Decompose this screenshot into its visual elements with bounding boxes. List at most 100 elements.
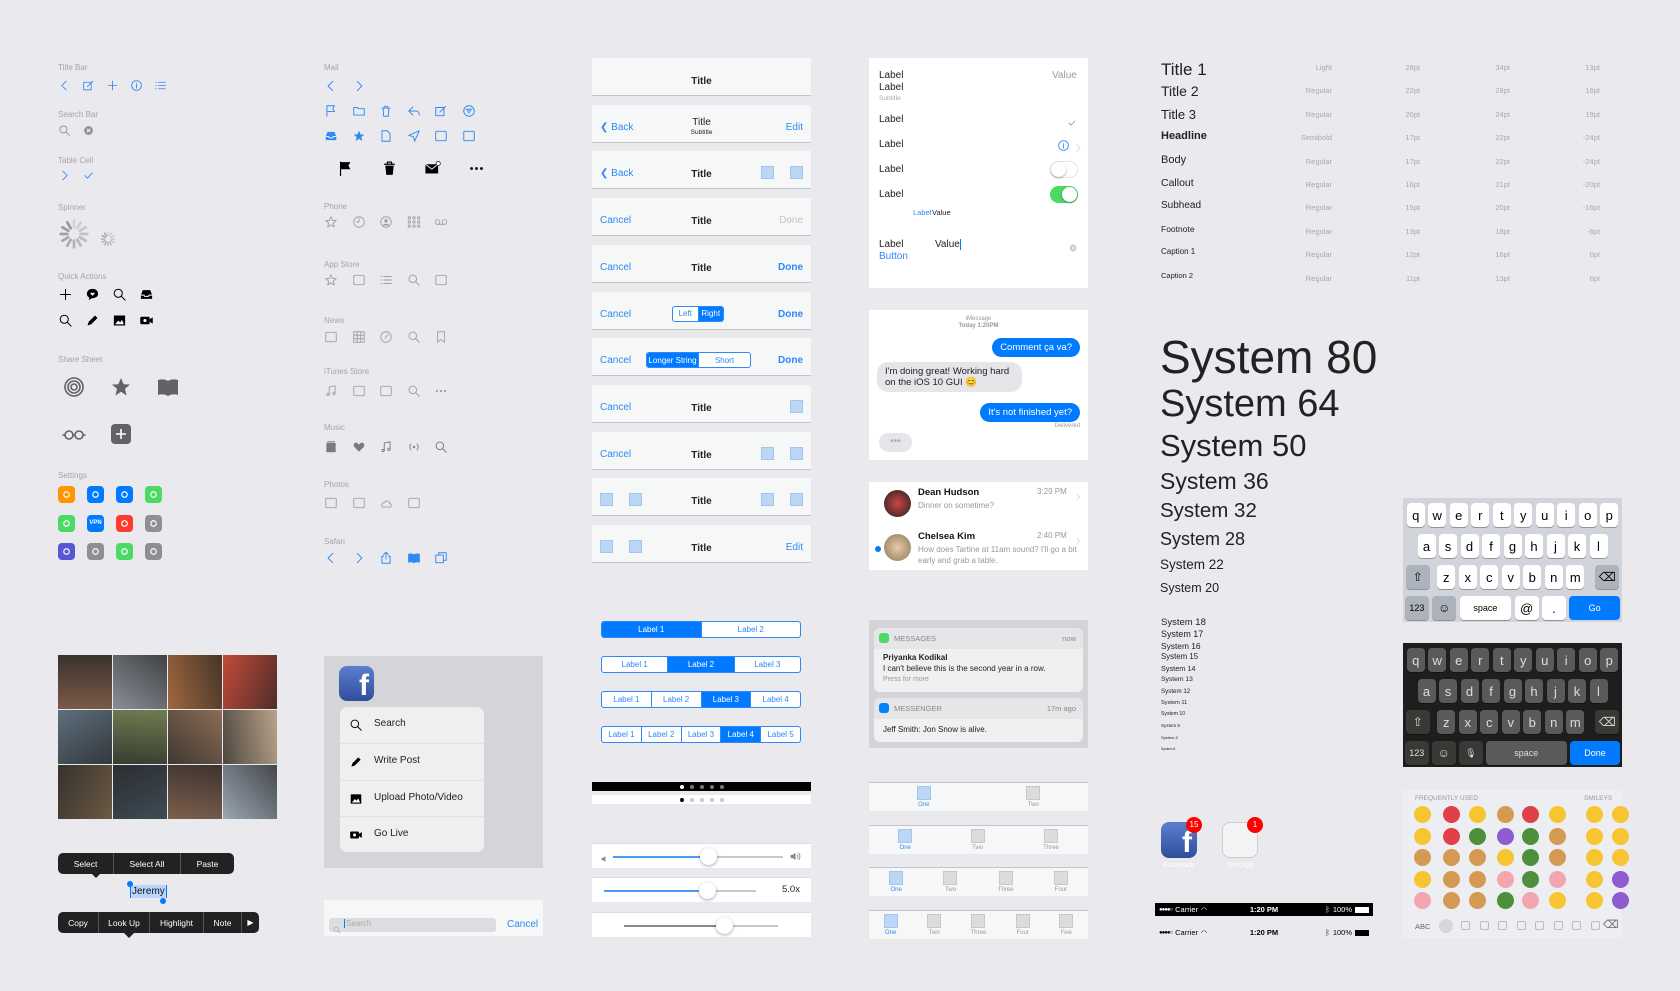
- space-key[interactable]: space: [1486, 741, 1567, 765]
- page-dot[interactable]: [689, 797, 694, 802]
- bar-button-placeholder[interactable]: [761, 166, 774, 180]
- music-note-icon[interactable]: [379, 440, 393, 454]
- share-icon[interactable]: [379, 551, 393, 565]
- table-row[interactable]: Label: [869, 110, 1088, 132]
- albums-icon[interactable]: [324, 496, 338, 510]
- plus-icon[interactable]: [58, 287, 73, 302]
- tab-two[interactable]: Two: [970, 826, 985, 854]
- emoji-ambulance[interactable]: [1522, 806, 1539, 823]
- cancel-button[interactable]: Cancel: [600, 355, 631, 366]
- bar-button-placeholder[interactable]: [790, 399, 803, 413]
- key-c[interactable]: c: [1480, 565, 1499, 589]
- emoji-pig-nose[interactable]: [1549, 870, 1566, 888]
- menu-item-look-up[interactable]: Look Up: [98, 912, 149, 933]
- emoji-laughing[interactable]: [1612, 827, 1629, 845]
- photo-thumbnail[interactable]: [168, 655, 222, 709]
- shift-key[interactable]: ⇧: [1405, 710, 1430, 734]
- key-v[interactable]: v: [1501, 710, 1520, 734]
- conversation-row[interactable]: Dean Hudson 3:29 PM Dinner on sometime?: [869, 482, 1088, 526]
- tab-three[interactable]: Three: [998, 868, 1014, 896]
- page-dot[interactable]: [699, 797, 704, 802]
- edit-button[interactable]: Edit: [786, 542, 803, 553]
- inbox-icon[interactable]: [139, 287, 154, 302]
- archive-x-icon[interactable]: [434, 129, 448, 143]
- notification-card[interactable]: MESSAGES now Priyanka Kodikal I can't belie…: [874, 628, 1083, 692]
- emoji-imp[interactable]: [1612, 870, 1629, 888]
- key-a[interactable]: a: [1417, 679, 1436, 703]
- emoji-key[interactable]: ☺: [1432, 596, 1457, 620]
- key-a[interactable]: a: [1417, 534, 1436, 558]
- emoji-joy[interactable]: [1586, 849, 1603, 866]
- key-u[interactable]: u: [1535, 648, 1554, 672]
- selection-handle[interactable]: [127, 881, 133, 887]
- emoji-halo[interactable]: [1612, 849, 1629, 866]
- heart-icon[interactable]: [352, 440, 366, 454]
- segment-label-5[interactable]: Label 5: [760, 727, 800, 742]
- emoji-smiley[interactable]: [1586, 870, 1603, 888]
- bluetooth-icon[interactable]: [116, 486, 133, 503]
- filter-icon[interactable]: [462, 104, 476, 118]
- emoji-category-icon[interactable]: [1535, 921, 1544, 930]
- segment-label-3[interactable]: Label 3: [680, 727, 721, 742]
- emoji-pine-tree[interactable]: [1522, 849, 1539, 866]
- menu-item-highlight[interactable]: Highlight: [149, 912, 203, 933]
- key-q[interactable]: q: [1406, 648, 1425, 672]
- key-f[interactable]: f: [1482, 534, 1500, 558]
- voicemail-icon[interactable]: [434, 215, 448, 229]
- photo-thumbnail[interactable]: [113, 655, 167, 709]
- period-key[interactable]: .: [1542, 596, 1566, 620]
- emoji-astonished[interactable]: [1549, 892, 1566, 909]
- memories-icon[interactable]: [352, 496, 366, 510]
- notifications-icon[interactable]: [116, 514, 133, 532]
- key-s[interactable]: s: [1439, 534, 1457, 558]
- selection-handle[interactable]: [160, 898, 166, 904]
- emoji-persevere[interactable]: [1414, 870, 1431, 888]
- key-t[interactable]: t: [1492, 648, 1511, 672]
- quick-action-item[interactable]: Write Post: [340, 743, 484, 779]
- airplane-icon[interactable]: [58, 486, 75, 503]
- page-dot[interactable]: [679, 784, 684, 789]
- key-j[interactable]: j: [1546, 679, 1565, 703]
- table-row[interactable]: Label: [869, 135, 1088, 157]
- search-icon[interactable]: [407, 273, 421, 287]
- emoji-smile-big[interactable]: [1586, 892, 1603, 909]
- tab-four[interactable]: Four: [1015, 911, 1030, 939]
- mail-unread-icon[interactable]: [424, 160, 441, 177]
- chevron-left-icon[interactable]: [324, 551, 338, 565]
- emoji-flag-france[interactable]: [1443, 806, 1460, 823]
- toggle-switch[interactable]: [1050, 161, 1078, 178]
- notification-card[interactable]: MESSENGER 17m ago Jeff Smith: Jon Snow is …: [874, 698, 1083, 742]
- emoji-drumstick[interactable]: [1549, 827, 1566, 845]
- book-icon[interactable]: [407, 551, 421, 565]
- emoji-money[interactable]: [1469, 849, 1486, 866]
- text-field-value[interactable]: Value: [935, 239, 961, 250]
- clear-icon[interactable]: [82, 124, 95, 137]
- segment-left[interactable]: Left: [673, 307, 698, 321]
- segment-label-3[interactable]: Label 3: [700, 692, 751, 707]
- key-y[interactable]: y: [1514, 648, 1533, 672]
- page-control[interactable]: [592, 795, 811, 804]
- page-dot[interactable]: [689, 784, 694, 789]
- quick-action-item[interactable]: Go Live: [340, 815, 484, 852]
- numbers-key[interactable]: 123: [1405, 596, 1429, 620]
- emoji-category-icon[interactable]: [1479, 921, 1489, 930]
- bar-button-placeholder[interactable]: [761, 493, 774, 507]
- key-d[interactable]: d: [1460, 534, 1479, 558]
- toggle-switch[interactable]: [1050, 186, 1078, 203]
- emoji-category-icon[interactable]: [1498, 921, 1507, 930]
- search-icon[interactable]: [434, 440, 448, 454]
- photo-thumbnail[interactable]: [168, 765, 222, 819]
- cellular-icon[interactable]: [145, 486, 162, 503]
- emoji-fork-knife[interactable]: [1497, 806, 1514, 823]
- segment-label-1[interactable]: Label 1: [602, 692, 651, 707]
- segment-label-3[interactable]: Label 3: [733, 657, 800, 672]
- chevron-right-icon[interactable]: [352, 551, 366, 565]
- info-icon[interactable]: [1057, 139, 1070, 152]
- key-y[interactable]: y: [1514, 503, 1533, 527]
- tab-two[interactable]: Two: [943, 868, 958, 896]
- segment-right[interactable]: Right: [697, 306, 723, 321]
- emoji-category-icon[interactable]: [1461, 921, 1470, 930]
- quick-action-item[interactable]: Search: [340, 707, 484, 743]
- photo-thumbnail[interactable]: [58, 655, 112, 709]
- delete-key[interactable]: ⌫: [1603, 918, 1619, 931]
